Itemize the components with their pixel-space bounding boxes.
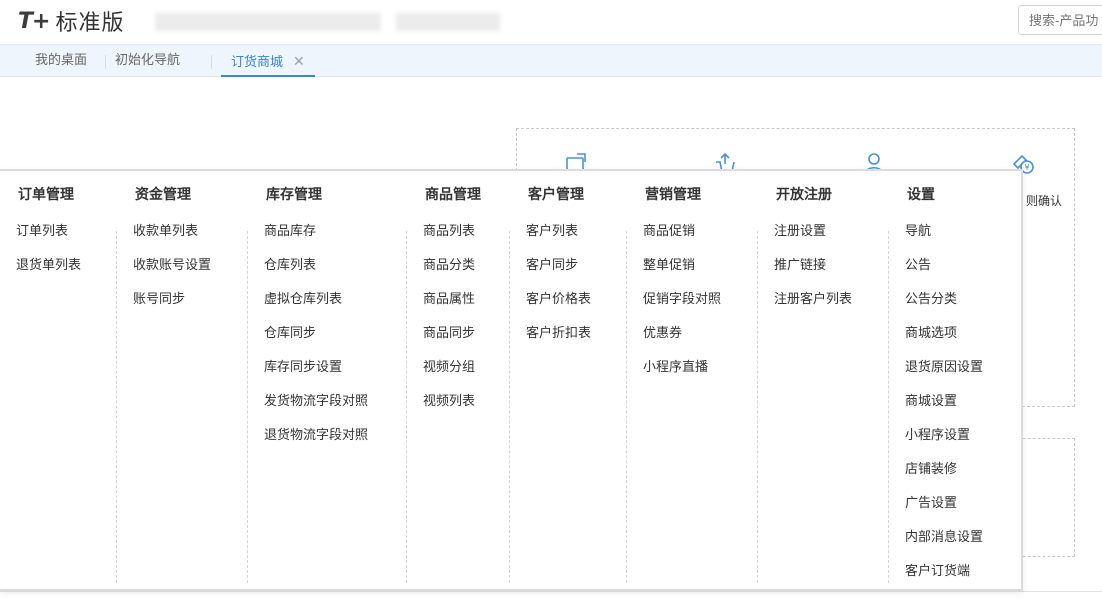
menu-item-product-sync[interactable]: 商品同步	[423, 322, 475, 341]
column-divider	[757, 231, 758, 583]
menu-item-coupon[interactable]: 优惠券	[643, 322, 682, 341]
menu-item-product-attribute[interactable]: 商品属性	[423, 288, 475, 307]
menu-item-miniapp-live[interactable]: 小程序直播	[643, 356, 708, 375]
menu-item-order-promo[interactable]: 整单促销	[643, 254, 695, 273]
menu-item-ad-settings[interactable]: 广告设置	[905, 492, 957, 511]
column-divider	[116, 231, 117, 583]
menu-item-promo-link[interactable]: 推广链接	[774, 254, 826, 273]
close-icon[interactable]: ✕	[293, 54, 305, 70]
menu-item-shipping-field-map[interactable]: 发货物流字段对照	[264, 390, 368, 409]
menu-column-title: 营销管理	[645, 187, 701, 203]
menu-item-customer-list[interactable]: 客户列表	[526, 220, 578, 239]
menu-item-return-field-map[interactable]: 退货物流字段对照	[264, 424, 368, 443]
menu-item-store-decoration[interactable]: 店铺装修	[905, 458, 957, 477]
menu-item-stock[interactable]: 商品库存	[264, 220, 316, 239]
tab-bar: 我的桌面 初始化导航 订货商城 ✕	[0, 44, 1102, 77]
column-divider	[888, 231, 889, 583]
column-divider	[406, 231, 407, 583]
menu-item-video-list[interactable]: 视频列表	[423, 390, 475, 409]
menu-item-receipt-list[interactable]: 收款单列表	[133, 220, 198, 239]
menu-item-registration-settings[interactable]: 注册设置	[774, 220, 826, 239]
menu-item-customer-discount[interactable]: 客户折扣表	[526, 322, 591, 341]
tab-init-guide[interactable]: 初始化导航	[115, 45, 180, 77]
menu-item-registered-customers[interactable]: 注册客户列表	[774, 288, 852, 307]
svg-text:¥: ¥	[1024, 163, 1029, 172]
menu-item-warehouse-list[interactable]: 仓库列表	[264, 254, 316, 273]
menu-item-navigation[interactable]: 导航	[905, 220, 931, 239]
top-header: T+ 标准版	[0, 0, 1102, 44]
menu-item-account-settings[interactable]: 收款账号设置	[133, 254, 211, 273]
menu-item-miniapp-settings[interactable]: 小程序设置	[905, 424, 970, 443]
divider	[0, 591, 1102, 592]
menu-column-title: 订单管理	[18, 187, 74, 203]
app-logo[interactable]: T+ 标准版	[18, 6, 125, 37]
menu-item-customer-order-end[interactable]: 客户订货端	[905, 560, 970, 579]
menu-item-return-reason[interactable]: 退货原因设置	[905, 356, 983, 375]
logo-text: 标准版	[55, 11, 125, 36]
search-input[interactable]	[1018, 5, 1102, 35]
tab-order-mall-label: 订货商城	[231, 55, 284, 70]
column-divider	[626, 231, 627, 583]
menu-column-title: 客户管理	[528, 187, 584, 203]
menu-item-order-list[interactable]: 订单列表	[16, 220, 68, 239]
column-divider	[247, 231, 248, 583]
menu-item-mall-settings[interactable]: 商城设置	[905, 390, 957, 409]
tab-my-desktop[interactable]: 我的桌面	[35, 45, 87, 77]
menu-item-account-sync[interactable]: 账号同步	[133, 288, 185, 307]
order-mall-menu: 订单管理 订单列表 退货单列表 资金管理 收款单列表 收款账号设置 账号同步 库…	[0, 169, 1023, 591]
menu-item-return-list[interactable]: 退货单列表	[16, 254, 81, 273]
menu-item-product-promo[interactable]: 商品促销	[643, 220, 695, 239]
menu-item-product-category[interactable]: 商品分类	[423, 254, 475, 273]
menu-item-product-list[interactable]: 商品列表	[423, 220, 475, 239]
column-divider	[509, 231, 510, 583]
menu-column-title: 设置	[907, 187, 935, 203]
menu-item-internal-message[interactable]: 内部消息设置	[905, 526, 983, 545]
menu-item-customer-price[interactable]: 客户价格表	[526, 288, 591, 307]
menu-item-warehouse-sync[interactable]: 仓库同步	[264, 322, 316, 341]
menu-column-title: 商品管理	[425, 187, 481, 203]
logo-mark: T+	[18, 8, 50, 34]
menu-item-mall-options[interactable]: 商城选项	[905, 322, 957, 341]
tab-order-mall[interactable]: 订货商城 ✕	[221, 45, 315, 77]
desktop-shortcut-label[interactable]: 则确认	[1026, 192, 1062, 209]
menu-column-title: 资金管理	[135, 187, 191, 203]
menu-column-title: 开放注册	[776, 187, 832, 203]
menu-item-customer-sync[interactable]: 客户同步	[526, 254, 578, 273]
menu-item-announcement[interactable]: 公告	[905, 254, 931, 273]
tab-separator	[105, 55, 106, 69]
menu-item-promo-field-map[interactable]: 促销字段对照	[643, 288, 721, 307]
menu-item-stock-sync-settings[interactable]: 库存同步设置	[264, 356, 342, 375]
menu-item-virtual-warehouse[interactable]: 虚拟仓库列表	[264, 288, 342, 307]
menu-column-title: 库存管理	[266, 187, 322, 203]
tab-separator	[211, 55, 212, 69]
menu-item-announcement-category[interactable]: 公告分类	[905, 288, 957, 307]
redacted-company-name	[155, 13, 381, 31]
redacted-account-info	[396, 13, 500, 31]
menu-item-video-group[interactable]: 视频分组	[423, 356, 475, 375]
